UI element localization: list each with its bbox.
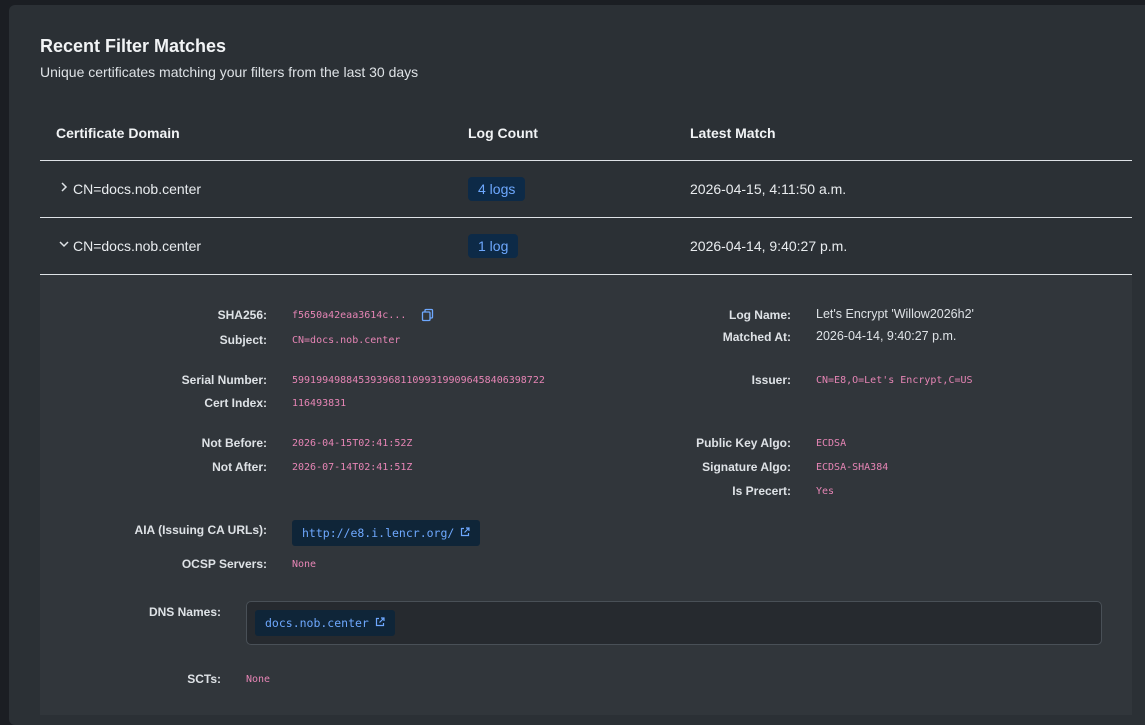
aia-label: AIA (Issuing CA URLs): bbox=[134, 523, 267, 537]
is-precert-label: Is Precert: bbox=[732, 484, 791, 498]
signature-algo-label: Signature Algo: bbox=[702, 460, 791, 474]
cert-index-label: Cert Index: bbox=[204, 396, 267, 410]
copy-icon[interactable] bbox=[421, 308, 435, 322]
log-count-badge[interactable]: 1 log bbox=[468, 234, 519, 258]
column-header-domain[interactable]: Certificate Domain bbox=[56, 125, 180, 141]
signature-algo-value: ECDSA-SHA384 bbox=[816, 462, 889, 473]
row-domain: CN=docs.nob.center bbox=[73, 181, 202, 197]
matched-at-value: 2026-04-14, 9:40:27 p.m. bbox=[816, 329, 957, 343]
scts-label: SCTs: bbox=[187, 672, 221, 686]
log-count-badge[interactable]: 4 logs bbox=[468, 177, 526, 201]
serial-number-label: Serial Number: bbox=[181, 373, 267, 387]
table-header: Certificate Domain Log Count Latest Matc… bbox=[40, 106, 1132, 161]
chevron-down-icon[interactable] bbox=[58, 235, 70, 253]
cert-index-value: 116493831 bbox=[292, 398, 347, 409]
public-key-algo-label: Public Key Algo: bbox=[696, 436, 791, 450]
issuer-value: CN=E8,O=Let's Encrypt,C=US bbox=[816, 375, 973, 386]
ocsp-label: OCSP Servers: bbox=[181, 557, 267, 571]
ocsp-value: None bbox=[292, 559, 317, 570]
dns-name-link[interactable]: docs.nob.center bbox=[255, 610, 395, 636]
aia-link[interactable]: http://e8.i.lencr.org/ bbox=[292, 520, 481, 546]
external-link-icon bbox=[375, 616, 385, 630]
page-title: Recent Filter Matches bbox=[40, 36, 227, 56]
dns-names-label: DNS Names: bbox=[148, 605, 221, 619]
is-precert-value: Yes bbox=[816, 486, 835, 497]
sha256-value: f5650a42eaa3614c... bbox=[292, 310, 407, 321]
column-header-latest-match[interactable]: Latest Match bbox=[690, 125, 776, 141]
not-after-label: Not After: bbox=[212, 460, 267, 474]
table-row[interactable]: CN=docs.nob.center 1 log 2026-04-14, 9:4… bbox=[40, 218, 1132, 275]
not-after-value: 2026-07-14T02:41:51Z bbox=[292, 462, 413, 473]
issuer-label: Issuer: bbox=[751, 373, 791, 387]
certificate-details: SHA256: f5650a42eaa3614c... Subject: CN=… bbox=[40, 275, 1132, 715]
dns-name: docs.nob.center bbox=[265, 616, 369, 630]
aia-url: http://e8.i.lencr.org/ bbox=[302, 526, 455, 540]
external-link-icon bbox=[460, 526, 470, 540]
subject-label: Subject: bbox=[219, 333, 267, 347]
row-latest-match: 2026-04-15, 4:11:50 a.m. bbox=[690, 181, 847, 197]
scts-value: None bbox=[246, 674, 271, 685]
serial-number-value: 5991994988453939681109931990964584063987… bbox=[292, 375, 545, 386]
not-before-label: Not Before: bbox=[201, 436, 267, 450]
log-name-label: Log Name: bbox=[728, 308, 791, 322]
sha256-label: SHA256: bbox=[217, 308, 267, 322]
not-before-value: 2026-04-15T02:41:52Z bbox=[292, 438, 413, 449]
table-row[interactable]: CN=docs.nob.center 4 logs 2026-04-15, 4:… bbox=[40, 161, 1132, 218]
row-domain: CN=docs.nob.center bbox=[73, 238, 202, 254]
dns-names-box: docs.nob.center bbox=[246, 601, 1102, 645]
row-latest-match: 2026-04-14, 9:40:27 p.m. bbox=[690, 238, 848, 254]
column-header-log-count[interactable]: Log Count bbox=[468, 125, 538, 141]
page-subtitle: Unique certificates matching your filter… bbox=[40, 64, 419, 80]
public-key-algo-value: ECDSA bbox=[816, 438, 847, 449]
log-name-value: Let's Encrypt 'Willow2026h2' bbox=[816, 307, 974, 321]
matched-at-label: Matched At: bbox=[722, 330, 791, 344]
subject-value: CN=docs.nob.center bbox=[292, 335, 401, 346]
matches-table: Certificate Domain Log Count Latest Matc… bbox=[40, 106, 1132, 275]
chevron-right-icon[interactable] bbox=[58, 178, 70, 196]
